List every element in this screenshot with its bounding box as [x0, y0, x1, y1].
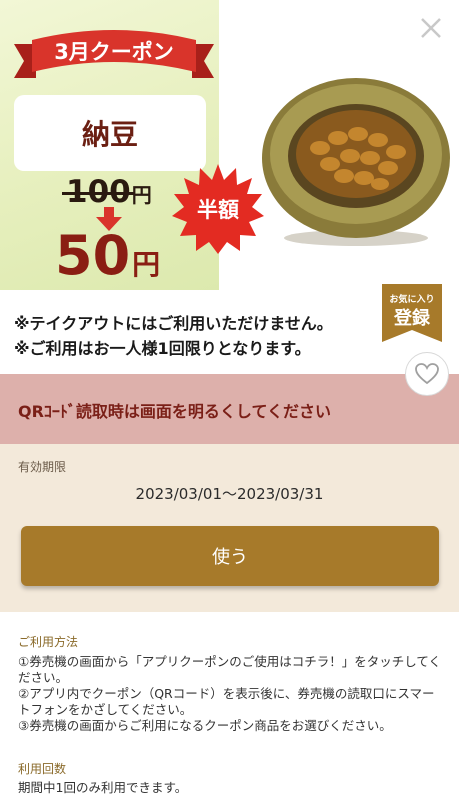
note-takeout: ※テイクアウトにはご利用いただけません。 [14, 314, 333, 333]
close-icon[interactable] [417, 14, 445, 42]
how-to-step-3: ③券売機の画面からご利用になるクーポン商品をお選びください。 [18, 718, 392, 733]
heart-icon [415, 363, 439, 385]
like-button[interactable] [405, 352, 449, 396]
new-price: 50円 [55, 224, 161, 287]
how-to-step-2: ②アプリ内でクーポン（QRコード）を表示後に、券売機の読取口にスマートフォンをか… [18, 686, 435, 717]
validity-label: 有効期限 [18, 460, 67, 474]
how-to-step-1: ①券売機の画面から「アプリクーポンのご使用はコチラ！」をタッチしてください。 [18, 654, 441, 685]
usage-count-value: 期間中1回のみ利用できます。 [18, 780, 188, 795]
banner-title: 3月クーポン [54, 40, 174, 64]
old-price: 100円 [66, 174, 152, 210]
usage-count-label: 利用回数 [18, 762, 67, 776]
half-price-label: 半額 [197, 198, 239, 222]
natto-image [262, 78, 450, 246]
note-limit: ※ご利用はお一人様1回限りとなります。 [14, 339, 311, 358]
item-name: 納豆 [14, 95, 206, 171]
validity-value: 2023/03/01〜2023/03/31 [135, 485, 324, 503]
favorite-label-big: 登録 [394, 308, 430, 329]
use-button[interactable]: 使う [21, 526, 439, 586]
how-to-label: ご利用方法 [18, 635, 79, 649]
qr-notice-text: QRｺｰﾄﾞ読取時は画面を明るくしてください [18, 402, 331, 421]
